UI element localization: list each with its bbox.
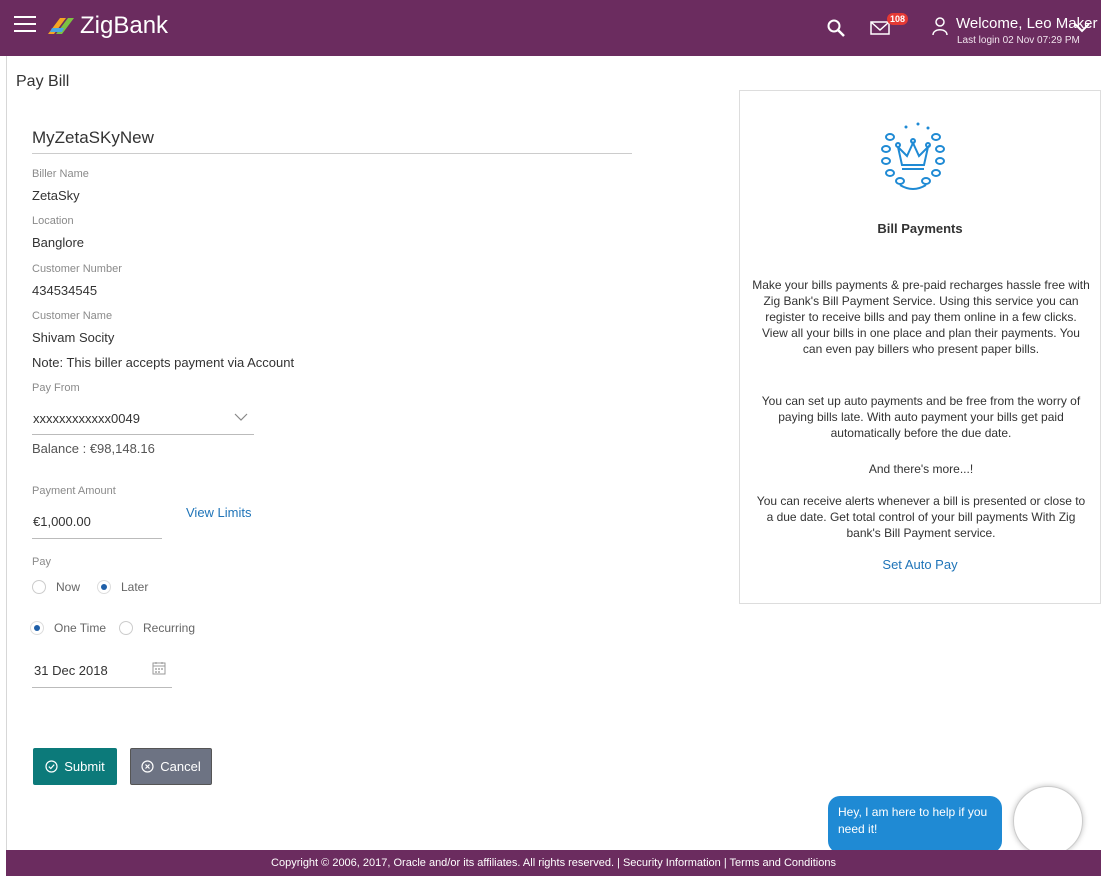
menu-icon[interactable] bbox=[14, 16, 36, 34]
balance-text: Balance : €98,148.16 bbox=[32, 441, 155, 456]
submit-label: Submit bbox=[64, 759, 105, 774]
footer: Copyright © 2006, 2017, Oracle and/or it… bbox=[6, 850, 1101, 876]
radio-label: Later bbox=[121, 580, 149, 594]
side-panel-title: Bill Payments bbox=[877, 221, 963, 236]
payee-name: MyZetaSKyNew bbox=[32, 128, 154, 147]
last-login-text: Last login 02 Nov 07:29 PM bbox=[957, 35, 1080, 46]
radio-recurring[interactable]: Recurring bbox=[119, 621, 195, 635]
side-paragraph: You can receive alerts whenever a bill i… bbox=[756, 494, 1086, 540]
customer-number-value: 434534545 bbox=[32, 283, 98, 298]
customer-number-label: Customer Number bbox=[32, 263, 122, 275]
side-paragraph: Make your bills payments & pre-paid rech… bbox=[752, 278, 1090, 356]
brand-name: ZigBank bbox=[80, 12, 169, 39]
user-icon[interactable] bbox=[930, 16, 950, 36]
radio-one-time[interactable]: One Time bbox=[30, 621, 106, 635]
location-label: Location bbox=[32, 215, 74, 227]
search-icon[interactable] bbox=[826, 18, 846, 38]
pay-label: Pay bbox=[32, 556, 51, 568]
location-value: Banglore bbox=[32, 235, 85, 250]
biller-name-label: Biller Name bbox=[32, 168, 89, 180]
chatbot-avatar[interactable] bbox=[1013, 786, 1083, 856]
cancel-button[interactable]: Cancel bbox=[130, 748, 212, 785]
biller-note: Note: This biller accepts payment via Ac… bbox=[32, 355, 295, 370]
radio-label: Recurring bbox=[143, 621, 196, 635]
side-paragraph: You can set up auto payments and be free… bbox=[761, 394, 1081, 440]
page-title: Pay Bill bbox=[16, 73, 70, 90]
chevron-down-icon bbox=[234, 413, 248, 421]
bill-payments-info-panel: Bill Payments Make your bills payments &… bbox=[739, 90, 1101, 604]
notification-badge: 108 bbox=[887, 13, 909, 25]
radio-pay-later[interactable]: Later bbox=[97, 580, 148, 594]
set-auto-pay-link[interactable]: Set Auto Pay bbox=[740, 557, 1100, 572]
payment-amount-value: €1,000.00 bbox=[33, 514, 91, 529]
calendar-icon[interactable] bbox=[152, 661, 166, 675]
check-circle-icon bbox=[45, 760, 58, 773]
radio-button bbox=[119, 621, 133, 635]
biller-name-value: ZetaSky bbox=[32, 188, 80, 203]
date-input[interactable]: 31 Dec 2018 bbox=[32, 656, 172, 688]
pay-from-label: Pay From bbox=[32, 382, 80, 394]
chat-bubble[interactable]: Hey, I am here to help if you need it! bbox=[828, 796, 1002, 853]
submit-button[interactable]: Submit bbox=[33, 748, 117, 785]
zigbank-logo bbox=[48, 18, 74, 34]
divider bbox=[32, 153, 632, 154]
view-limits-link[interactable]: View Limits bbox=[186, 505, 252, 520]
customer-name-value: Shivam Socity bbox=[32, 330, 115, 345]
payment-amount-label: Payment Amount bbox=[32, 485, 116, 497]
radio-button bbox=[32, 580, 46, 594]
radio-label: Now bbox=[56, 580, 81, 594]
payment-amount-input[interactable]: €1,000.00 bbox=[32, 504, 162, 539]
chevron-down-icon[interactable] bbox=[1073, 22, 1091, 34]
pay-from-select[interactable]: xxxxxxxxxxxx0049 bbox=[32, 402, 254, 435]
radio-button-selected bbox=[97, 580, 111, 594]
close-circle-icon bbox=[141, 760, 154, 773]
date-value: 31 Dec 2018 bbox=[34, 663, 108, 678]
left-border bbox=[6, 56, 7, 850]
radio-label: One Time bbox=[54, 621, 107, 635]
mail-icon[interactable] bbox=[870, 20, 890, 36]
side-paragraph: And there's more...! bbox=[868, 462, 974, 476]
crown-laurel-icon bbox=[881, 122, 945, 190]
brand-logo[interactable]: ZigBank bbox=[46, 12, 168, 40]
customer-name-label: Customer Name bbox=[32, 310, 113, 322]
radio-pay-now[interactable]: Now bbox=[32, 580, 80, 594]
top-bar: ZigBank 108 Welcome, Leo Maker Last logi… bbox=[0, 0, 1101, 56]
radio-button-selected bbox=[30, 621, 44, 635]
cancel-label: Cancel bbox=[160, 759, 201, 774]
pay-from-value: xxxxxxxxxxxx0049 bbox=[33, 411, 140, 426]
